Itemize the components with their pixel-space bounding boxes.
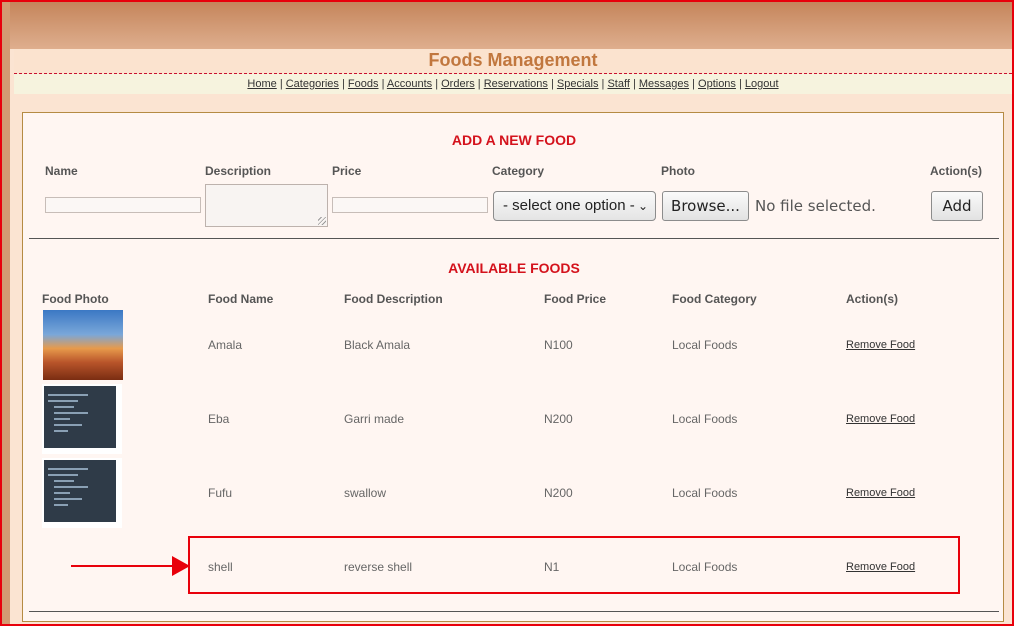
row1-remove-link[interactable]: Remove Food — [846, 339, 915, 351]
description-textarea[interactable] — [205, 184, 328, 227]
page-title: Foods Management — [428, 50, 598, 70]
browser-page: Foods Management Home | Categories | Foo… — [0, 0, 1014, 626]
row2-category: Local Foods — [672, 412, 738, 426]
nav-bar: Home | Categories | Foods | Accounts | O… — [14, 74, 1012, 94]
available-foods-title: AVAILABLE FOODS — [448, 260, 580, 276]
row3-description: swallow — [344, 486, 387, 500]
nav-accounts[interactable]: Accounts — [387, 78, 432, 90]
row2-remove-link[interactable]: Remove Food — [846, 413, 915, 425]
nav-options[interactable]: Options — [698, 78, 736, 90]
annotation-highlight-box — [188, 536, 960, 594]
resize-grip-icon[interactable] — [318, 217, 326, 225]
chevron-down-icon: ⌄ — [637, 199, 648, 213]
food-photo-code — [42, 458, 122, 528]
bottom-divider — [29, 611, 999, 612]
nav-reservations[interactable]: Reservations — [484, 78, 548, 90]
name-label: Name — [45, 164, 78, 178]
col-food-description: Food Description — [344, 292, 443, 306]
nav-orders[interactable]: Orders — [441, 78, 475, 90]
category-label: Category — [492, 164, 545, 178]
category-select[interactable]: - select one option - ⌄ — [493, 191, 656, 221]
row2-name: Eba — [208, 412, 230, 426]
row1-name: Amala — [208, 338, 243, 352]
nav-foods[interactable]: Foods — [348, 78, 379, 90]
add-food-title: ADD A NEW FOOD — [451, 132, 577, 148]
row1-category: Local Foods — [672, 338, 738, 352]
name-input[interactable] — [45, 197, 201, 213]
row3-price: N200 — [544, 486, 573, 500]
row2-price: N200 — [544, 412, 573, 426]
left-border — [2, 2, 10, 624]
top-banner — [2, 2, 1012, 49]
photo-label: Photo — [661, 164, 695, 178]
nav-home[interactable]: Home — [247, 78, 276, 90]
title-bar: Foods Management — [14, 49, 1012, 74]
arrow-head-icon — [172, 556, 190, 576]
nav-specials[interactable]: Specials — [557, 78, 599, 90]
col-actions: Action(s) — [846, 292, 898, 306]
no-file-text: No file selected. — [755, 197, 876, 215]
add-button[interactable]: Add — [931, 191, 983, 221]
col-food-name: Food Name — [208, 292, 274, 306]
actions-label: Action(s) — [930, 164, 982, 178]
price-label: Price — [332, 164, 362, 178]
nav-messages[interactable]: Messages — [639, 78, 689, 90]
divider — [29, 238, 999, 239]
row2-description: Garri made — [344, 412, 405, 426]
col-food-photo: Food Photo — [42, 292, 109, 306]
category-select-value: - select one option - — [503, 197, 635, 214]
arrow-right-icon — [71, 565, 175, 567]
nav-logout[interactable]: Logout — [745, 78, 779, 90]
nav-staff[interactable]: Staff — [607, 78, 629, 90]
row1-price: N100 — [544, 338, 573, 352]
price-input[interactable] — [332, 197, 488, 213]
col-food-category: Food Category — [672, 292, 757, 306]
col-food-price: Food Price — [544, 292, 607, 306]
nav-categories[interactable]: Categories — [286, 78, 339, 90]
row3-remove-link[interactable]: Remove Food — [846, 487, 915, 499]
browse-button[interactable]: Browse... — [662, 191, 749, 221]
description-label: Description — [205, 164, 272, 178]
food-photo-code — [42, 384, 122, 454]
food-photo-desert — [43, 310, 123, 380]
row3-category: Local Foods — [672, 486, 738, 500]
row1-description: Black Amala — [344, 338, 411, 352]
row3-name: Fufu — [208, 486, 233, 500]
